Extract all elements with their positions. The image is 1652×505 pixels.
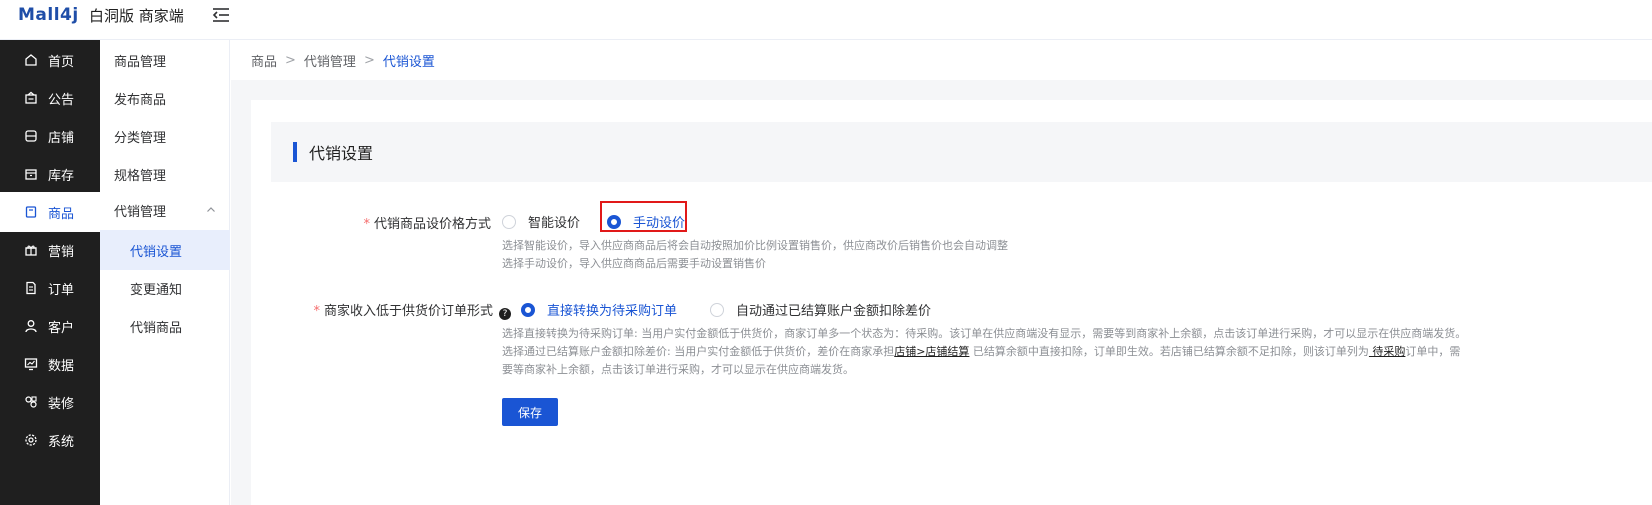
sub-item-category-manage[interactable]: 分类管理 xyxy=(100,116,230,156)
sub-item-spec-manage[interactable]: 规格管理 xyxy=(100,154,230,194)
sub-item-consign-goods[interactable]: 代销商品 xyxy=(100,306,230,346)
radio-label: 智能设价 xyxy=(528,216,581,231)
sidebar-item-data[interactable]: 数据 xyxy=(0,344,100,384)
brand-title: 白洞版 商家端 xyxy=(89,7,184,25)
brand-logo: Mall4j xyxy=(18,5,79,25)
chevron-right-icon: > xyxy=(363,52,375,68)
sidebar-item-label: 装修 xyxy=(48,396,75,412)
sub-item-label: 商品管理 xyxy=(114,54,167,70)
data-icon xyxy=(24,358,38,371)
marketing-icon xyxy=(25,245,37,256)
main-content: 商品 > 代销管理 > 代销设置 代销设置 * 代销商品设价格方式 智能设价 手动… xyxy=(231,40,1652,505)
sidebar-item-shop[interactable]: 店铺 xyxy=(0,116,100,156)
sub-item-publish-goods[interactable]: 发布商品 xyxy=(100,78,230,118)
sidebar-item-label: 客户 xyxy=(48,320,75,336)
sidebar-item-marketing[interactable]: 营销 xyxy=(0,230,100,270)
income-form-label: * 商家收入低于供货价订单形式? xyxy=(297,300,511,320)
radio-manual-pricing[interactable]: 手动设价 xyxy=(607,212,685,231)
sidebar-item-home[interactable]: 首页 xyxy=(0,40,100,80)
sub-item-goods-manage[interactable]: 商品管理 xyxy=(100,40,230,80)
save-button[interactable]: 保存 xyxy=(502,398,558,426)
order-icon xyxy=(26,281,36,295)
section-title: 代销设置 xyxy=(309,144,374,163)
income-hint-3: 要等商家补上余额，点击该订单进行采购，才可以显示在供应商端发货。 xyxy=(502,363,854,376)
settings-card: 代销设置 * 代销商品设价格方式 智能设价 手动设价 选择智能设价，导入供应商商品… xyxy=(251,100,1652,505)
chevron-up-icon xyxy=(207,207,215,212)
radio-circle xyxy=(710,302,724,317)
radio-smart-pricing[interactable]: 智能设价 xyxy=(502,212,580,231)
breadcrumb-item[interactable]: 商品 xyxy=(251,51,277,70)
income-hint-1: 选择直接转换为待采购订单: 当用户实付金额低于供货价，商家订单多一个状态为：待采… xyxy=(502,327,1467,340)
shop-settlement-link[interactable]: 店铺>店铺结算 xyxy=(894,345,969,358)
sidebar-item-label: 数据 xyxy=(48,358,75,374)
radio-circle xyxy=(521,302,535,317)
income-hint-2-text: 已结算余额中直接扣除，订单即生效。若店铺已结算余额不足扣除，则该订单列为 xyxy=(969,345,1369,358)
sidebar-item-label: 系统 xyxy=(48,434,75,450)
income-hint-2-text: 订单中，需 xyxy=(1405,345,1461,358)
sidebar-item-inventory[interactable]: 库存 xyxy=(0,154,100,194)
radio-circle xyxy=(607,214,621,229)
sub-item-consign-manage[interactable]: 代销管理 xyxy=(100,190,230,230)
top-header: Mall4j 白洞版 商家端 xyxy=(0,0,1652,40)
sidebar-item-order[interactable]: 订单 xyxy=(0,268,100,308)
radio-label: 自动通过已结算账户金额扣除差价 xyxy=(736,304,932,319)
goods-icon xyxy=(25,206,37,218)
income-form-label-text: 商家收入低于供货价订单形式 xyxy=(323,304,493,319)
sub-item-label: 变更通知 xyxy=(130,282,183,298)
sub-item-label: 规格管理 xyxy=(114,168,167,184)
sidebar-item-goods[interactable]: 商品 xyxy=(0,192,100,232)
pricing-hint-2: 选择手动设价，导入供应商商品后需要手动设置销售价 xyxy=(502,257,766,270)
sidebar-item-label: 库存 xyxy=(48,168,75,184)
radio-auto-deduct[interactable]: 自动通过已结算账户金额扣除差价 xyxy=(710,300,931,319)
sub-item-label: 发布商品 xyxy=(114,92,167,108)
home-icon xyxy=(25,54,37,66)
pricing-method-label-text: 代销商品设价格方式 xyxy=(373,217,491,232)
pricing-method-label: * 代销商品设价格方式 xyxy=(351,213,491,232)
section-header: 代销设置 xyxy=(271,122,1652,182)
radio-label: 直接转换为待采购订单 xyxy=(547,304,678,319)
radio-circle xyxy=(502,214,516,229)
decorate-icon xyxy=(25,396,37,408)
notice-icon xyxy=(25,91,37,104)
sidebar-item-label: 店铺 xyxy=(48,130,75,146)
main-sidebar: 首页 公告 店铺 库存 商品 营销 订单 客户 数据 装修 系统 xyxy=(0,40,100,505)
breadcrumb-current: 代销设置 xyxy=(382,54,435,70)
sub-item-label: 代销管理 xyxy=(114,204,167,220)
income-hint-2: 选择通过已结算账户金额扣除差价: 当用户实付金额低于供货价，差价在商家承担店铺>… xyxy=(502,343,1502,361)
sidebar-item-label: 营销 xyxy=(48,244,75,260)
pending-purchase-link[interactable]: 待采购 xyxy=(1369,345,1405,358)
sub-sidebar: 商品管理 发布商品 分类管理 规格管理 代销管理 代销设置 变更通知 代销商品 xyxy=(100,40,230,505)
required-mark: * xyxy=(363,217,370,232)
radio-convert-to-purchase[interactable]: 直接转换为待采购订单 xyxy=(521,300,677,319)
sub-item-consign-settings[interactable]: 代销设置 xyxy=(100,230,230,270)
inventory-icon xyxy=(25,169,37,180)
radio-label: 手动设价 xyxy=(633,216,686,231)
sub-item-label: 代销设置 xyxy=(130,244,183,260)
required-mark: * xyxy=(313,304,320,319)
breadcrumb-item[interactable]: 代销管理 xyxy=(304,51,356,70)
section-accent-bar xyxy=(293,142,297,162)
sub-item-label: 分类管理 xyxy=(114,130,167,146)
sub-item-label: 代销商品 xyxy=(130,320,183,336)
breadcrumb: 商品 > 代销管理 > 代销设置 xyxy=(231,40,1652,80)
customer-icon xyxy=(25,320,37,333)
menu-fold-icon[interactable] xyxy=(212,7,230,23)
pricing-hint-1: 选择智能设价，导入供应商商品后将会自动按照加价比例设置销售价，供应商改价后销售价… xyxy=(502,239,1008,252)
sidebar-item-decorate[interactable]: 装修 xyxy=(0,382,100,422)
gear-icon xyxy=(25,434,37,446)
sidebar-item-label: 商品 xyxy=(48,206,75,222)
sidebar-item-notice[interactable]: 公告 xyxy=(0,78,100,118)
sidebar-item-system[interactable]: 系统 xyxy=(0,420,100,460)
income-hint-2-text: 选择通过已结算账户金额扣除差价: 当用户实付金额低于供货价，差价在商家承担 xyxy=(502,345,895,358)
chevron-right-icon: > xyxy=(285,52,296,68)
sidebar-item-label: 订单 xyxy=(48,282,75,298)
shop-icon xyxy=(25,130,37,142)
sidebar-item-customer[interactable]: 客户 xyxy=(0,306,100,346)
help-icon[interactable]: ? xyxy=(499,308,511,320)
sub-item-change-notice[interactable]: 变更通知 xyxy=(100,268,230,308)
sidebar-item-label: 公告 xyxy=(48,92,75,108)
sidebar-item-label: 首页 xyxy=(48,54,75,70)
